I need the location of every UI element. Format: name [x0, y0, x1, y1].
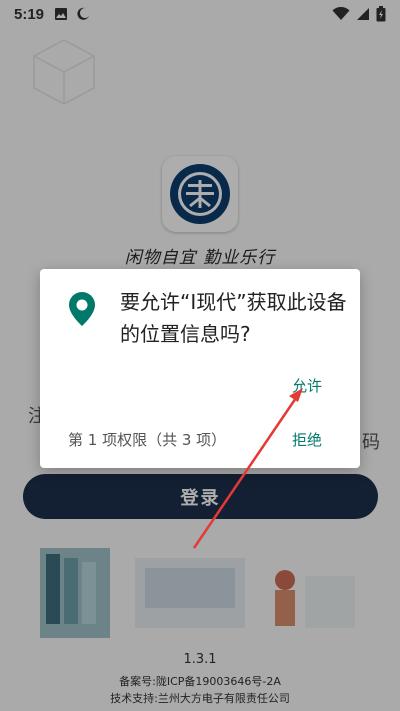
permission-count: 第 1 项权限（共 3 项） — [68, 431, 227, 449]
allow-button[interactable]: 允许 — [286, 373, 328, 398]
location-permission-dialog: 要允许“I现代”获取此设备的位置信息吗? 允许 第 1 项权限（共 3 项） 拒… — [40, 269, 360, 468]
permission-message: 要允许“I现代”获取此设备的位置信息吗? — [120, 290, 347, 346]
deny-button[interactable]: 拒绝 — [286, 427, 328, 452]
location-pin-icon — [69, 292, 95, 326]
